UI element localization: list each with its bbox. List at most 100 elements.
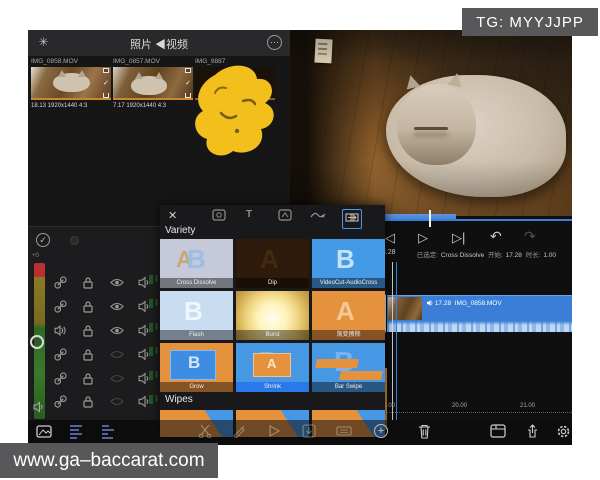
share-icon[interactable] (526, 424, 539, 439)
duration-value: 1.00 (543, 252, 556, 259)
close-icon[interactable]: ✕ (168, 209, 177, 222)
timeline-ruler[interactable] (364, 412, 572, 413)
eye-icon-disabled[interactable] (110, 372, 124, 385)
media-thumbnail[interactable]: ✓ (113, 67, 193, 100)
section-header-wipes: Wipes (165, 394, 193, 405)
transitions-tab-icon[interactable] (342, 209, 362, 229)
media-item[interactable]: IMG_0858.MOV ✓ 18.13 1920x1440 4:3 (31, 58, 111, 109)
audio-out-icon[interactable] (54, 324, 67, 337)
scrubber-track[interactable] (380, 219, 572, 221)
keyboard-icon[interactable] (336, 424, 352, 438)
previous-frame-button[interactable]: ◁ (385, 231, 395, 244)
lock-icon[interactable] (82, 395, 94, 408)
lock-icon[interactable] (82, 276, 94, 289)
lock-icon[interactable] (82, 348, 94, 361)
undo-button[interactable]: ↶ (490, 230, 502, 243)
eye-icon[interactable] (110, 300, 124, 313)
redo-button[interactable]: ↷ (524, 230, 536, 243)
import-icon[interactable] (302, 424, 316, 438)
ruler-tick-label: 21.00 (520, 403, 535, 409)
link-icon[interactable] (54, 372, 67, 385)
transition-label-selected: Shrink (236, 382, 309, 392)
transition-burst[interactable]: Burst (236, 291, 309, 340)
select-all-icon[interactable]: ✓ (36, 233, 50, 247)
speaker-icon[interactable] (138, 395, 151, 408)
yellow-doodle-annotation (185, 53, 285, 165)
scrubber-playhead[interactable] (429, 210, 431, 227)
transition-label: Flash (160, 330, 233, 340)
download-icon[interactable] (103, 93, 109, 98)
transitions-panel: ✕ T Variety A B Cross Dissolve A Dip B V… (160, 205, 385, 437)
link-icon[interactable] (54, 300, 67, 313)
bottom-toolbar: + (28, 420, 572, 445)
transition-label: 渐变擦除 (312, 330, 385, 340)
more-options-icon[interactable]: ⋯ (267, 35, 282, 50)
master-speaker-icon[interactable] (33, 401, 45, 413)
transition-videocut-audiocross[interactable]: B VideoCut-AudioCross (312, 239, 385, 288)
video-preview[interactable] (290, 30, 572, 216)
settings-gear-icon[interactable] (556, 424, 571, 439)
speaker-icon (427, 300, 433, 306)
lock-icon[interactable] (82, 300, 94, 313)
clip-list-icon[interactable] (100, 424, 116, 439)
media-meta: 18.13 1920x1440 4:3 (31, 103, 111, 109)
speaker-icon[interactable] (138, 348, 151, 361)
transition-bar-swipe[interactable]: B Bar Swipe (312, 343, 385, 392)
cat-thumbnail-image (53, 73, 90, 92)
track-row (54, 324, 154, 340)
media-library-title: 照片 ◀视频 (28, 36, 290, 52)
volume-knob[interactable] (30, 335, 44, 349)
eye-icon-disabled[interactable] (110, 395, 124, 408)
play-button[interactable]: ▷ (418, 231, 428, 244)
video-editor-app: ✳ 照片 ◀视频 ⋯ IMG_0858.MOV ✓ 18.13 1920x144… (28, 30, 572, 445)
add-clip-icon[interactable]: + (374, 424, 388, 438)
speaker-icon[interactable] (138, 372, 151, 385)
transition-dip[interactable]: A Dip (236, 239, 309, 288)
transition-label: VideoCut-AudioCross (312, 278, 385, 288)
timeline-clip[interactable]: 17.28 IMG_0858.MOV (387, 295, 572, 332)
cat-thumbnail-image (131, 76, 168, 95)
clip-label: 17.28 IMG_0858.MOV (427, 300, 502, 307)
transition-flash[interactable]: B Flash (160, 291, 233, 340)
speaker-icon[interactable] (138, 324, 151, 337)
transition-gradient-wipe[interactable]: A 渐变擦除 (312, 291, 385, 340)
record-dot-icon[interactable] (70, 236, 79, 245)
frame-fx-tab-icon[interactable] (212, 209, 226, 221)
track-list-icon[interactable] (68, 424, 84, 439)
timeline-playhead-accent (396, 262, 397, 420)
lock-icon[interactable] (82, 372, 94, 385)
media-item[interactable]: IMG_0857.MOV ✓ 7.17 1920x1440 4:3 (113, 58, 193, 109)
speaker-icon[interactable] (138, 300, 151, 313)
eye-icon[interactable] (110, 324, 124, 337)
audio-fx-tab-icon[interactable] (310, 209, 326, 221)
speaker-icon[interactable] (138, 276, 151, 289)
scissors-icon[interactable] (198, 424, 212, 438)
transition-grow[interactable]: B Grow (160, 343, 233, 392)
next-frame-button[interactable]: ▷| (452, 231, 465, 244)
media-library-icon[interactable] (36, 424, 52, 439)
titles-tab-icon[interactable]: T (246, 209, 252, 220)
link-icon[interactable] (54, 395, 67, 408)
check-icon: ✓ (103, 80, 109, 87)
media-meta: 7.17 1920x1440 4:3 (113, 103, 193, 109)
eye-icon-disabled[interactable] (110, 348, 124, 361)
transition-shrink[interactable]: B A Shrink (236, 343, 309, 392)
pencil-icon[interactable] (232, 424, 246, 438)
transition-cross-dissolve[interactable]: A B Cross Dissolve (160, 239, 233, 288)
link-icon[interactable] (54, 348, 67, 361)
screenshot-page: ✳ 照片 ◀视频 ⋯ IMG_0858.MOV ✓ 18.13 1920x144… (0, 0, 600, 480)
duplicate-icon[interactable] (103, 68, 109, 73)
ruler-tick-label: 20.00 (452, 403, 467, 409)
link-icon[interactable] (54, 276, 67, 289)
media-thumbnail[interactable]: ✓ (31, 67, 111, 100)
track-controls-panel: ✓ +0 (28, 226, 160, 420)
speed-fx-tab-icon[interactable] (278, 209, 292, 221)
play-small-icon[interactable] (268, 424, 280, 438)
trash-icon[interactable] (418, 424, 431, 439)
lock-icon[interactable] (82, 324, 94, 337)
project-manager-icon[interactable] (490, 424, 506, 438)
track-row (54, 300, 154, 316)
timeline-playhead[interactable] (392, 262, 393, 420)
track-row (54, 372, 154, 388)
eye-icon[interactable] (110, 276, 124, 289)
